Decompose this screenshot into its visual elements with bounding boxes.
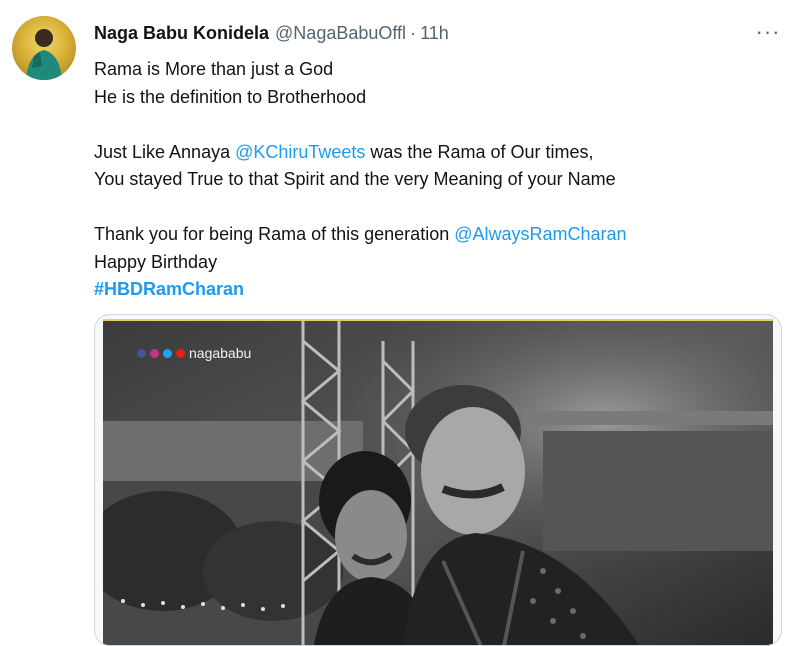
tweet-text-segment: Just Like Annaya — [94, 141, 236, 162]
mention-kchirutweets[interactable]: @KChiruTweets — [235, 142, 365, 162]
tweet-text: Rama is More than just a God He is the d… — [94, 56, 784, 304]
author-avatar[interactable] — [12, 16, 76, 80]
tweet-text-segment: Thank you for being Rama of this generat… — [94, 224, 455, 244]
tweet-line: Happy Birthday — [94, 251, 218, 272]
tweet-line: Rama is More than just a God — [94, 59, 334, 79]
more-options-button[interactable]: ··· — [750, 18, 786, 46]
tweet-header: Naga Babu Konidela @NagaBabuOffl · 11h — [94, 20, 449, 46]
tweet-line: He is the definition to Brotherhood — [94, 86, 367, 107]
tweet-line: You stayed True to that Spirit and the v… — [94, 169, 616, 189]
tweet-timestamp[interactable]: 11h — [420, 23, 449, 44]
tweet-card[interactable]: Naga Babu Konidela @NagaBabuOffl · 11h ·… — [0, 0, 800, 646]
header-separator: · — [410, 22, 417, 43]
hashtag-hbdramcharan[interactable]: #HBDRamCharan — [94, 279, 244, 299]
photo-watermark: nagababu — [137, 345, 251, 361]
author-handle[interactable]: @NagaBabuOffl — [275, 23, 406, 44]
tweet-line: #HBDRamCharan — [94, 276, 784, 304]
author-display-name[interactable]: Naga Babu Konidela — [94, 23, 269, 44]
instagram-icon — [150, 348, 159, 358]
tweet-media[interactable]: nagababu — [94, 314, 782, 646]
mention-alwaysramcharan[interactable]: @AlwaysRamCharan — [454, 224, 626, 244]
facebook-icon — [137, 348, 146, 358]
tweet-photo[interactable]: nagababu — [103, 319, 773, 645]
watermark-text: nagababu — [189, 345, 252, 361]
more-icon: ··· — [755, 19, 781, 44]
tweet-line: Thank you for being Rama of this generat… — [94, 221, 784, 249]
youtube-icon — [176, 348, 185, 358]
tweet-line: Just Like Annaya @KChiruTweets was the R… — [94, 139, 784, 167]
tweet-text-segment: was the Rama of Our times, — [365, 141, 594, 162]
twitter-icon — [163, 348, 172, 358]
